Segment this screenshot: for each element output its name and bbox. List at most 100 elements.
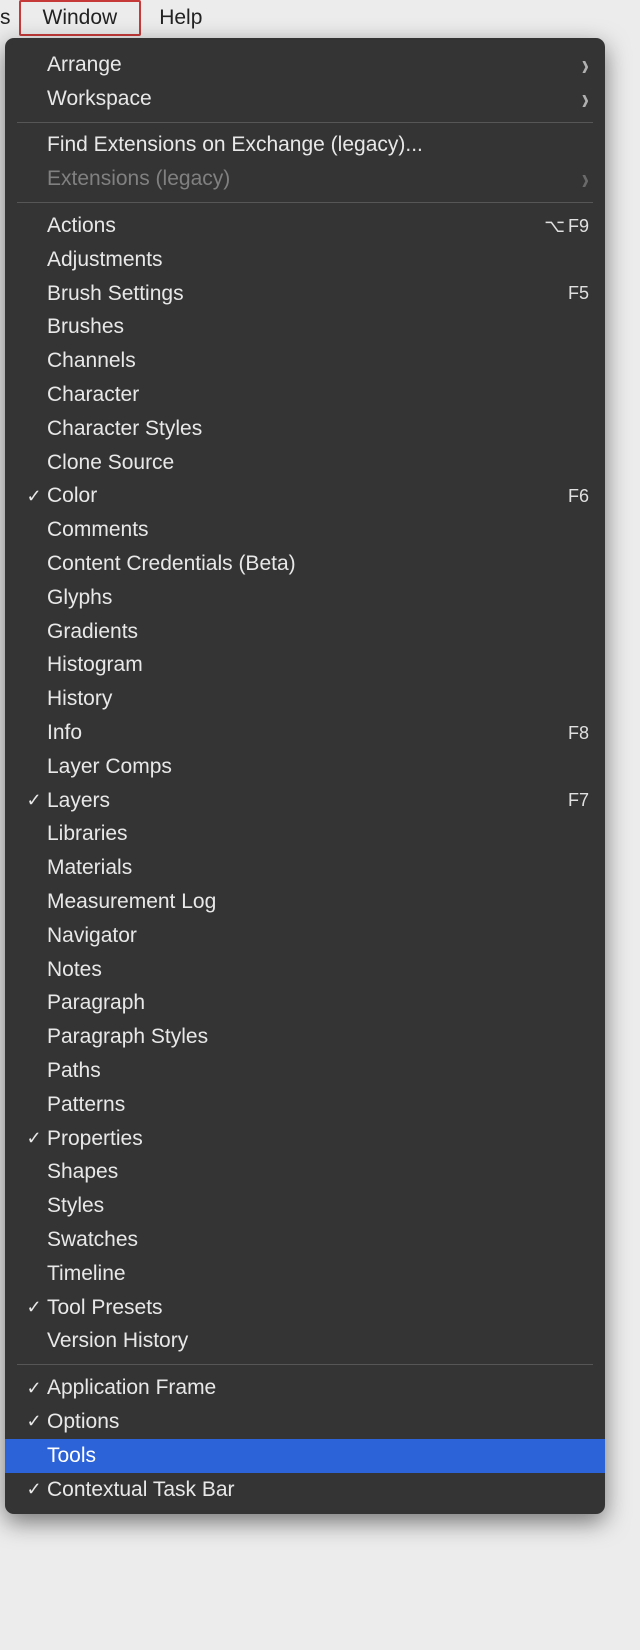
menu-item-info[interactable]: InfoF8 xyxy=(5,716,605,750)
menu-item-tool-presets[interactable]: ✓Tool Presets xyxy=(5,1291,605,1325)
menu-item-contextual-task-bar[interactable]: ✓Contextual Task Bar xyxy=(5,1473,605,1507)
menu-item-label: Styles xyxy=(47,1194,589,1218)
menu-item-label: History xyxy=(47,687,589,711)
menu-item-label: Tool Presets xyxy=(47,1296,589,1320)
menu-item-label: Options xyxy=(47,1410,589,1434)
menu-item-brushes[interactable]: Brushes xyxy=(5,311,605,345)
chevron-right-icon: › xyxy=(569,86,589,112)
menu-item-swatches[interactable]: Swatches xyxy=(5,1223,605,1257)
menu-item-label: Shapes xyxy=(47,1160,589,1184)
menu-item-histogram[interactable]: Histogram xyxy=(5,649,605,683)
menu-item-label: Channels xyxy=(47,349,589,373)
checkmark-icon: ✓ xyxy=(21,1479,47,1500)
menu-item-notes[interactable]: Notes xyxy=(5,953,605,987)
menu-item-label: Arrange xyxy=(47,53,569,77)
menu-item-label: Paragraph xyxy=(47,991,589,1015)
menu-item-libraries[interactable]: Libraries xyxy=(5,818,605,852)
menu-item-label: Extensions (legacy) xyxy=(47,167,569,191)
menu-item-label: Glyphs xyxy=(47,586,589,610)
menu-item-shapes[interactable]: Shapes xyxy=(5,1156,605,1190)
menu-item-label: Tools xyxy=(47,1444,589,1468)
menu-item-label: Timeline xyxy=(47,1262,589,1286)
menu-item-label: Info xyxy=(47,721,568,745)
checkmark-icon: ✓ xyxy=(21,1378,47,1399)
menu-item-paths[interactable]: Paths xyxy=(5,1054,605,1088)
menu-item-clone-source[interactable]: Clone Source xyxy=(5,446,605,480)
menu-item-label: Layers xyxy=(47,789,568,813)
menubar-item-prev-partial[interactable]: s xyxy=(0,0,19,36)
menu-item-label: Measurement Log xyxy=(47,890,589,914)
menu-shortcut: F7 xyxy=(568,790,589,811)
menu-shortcut: F8 xyxy=(568,723,589,744)
menu-item-version-history[interactable]: Version History xyxy=(5,1324,605,1358)
menu-item-label: Application Frame xyxy=(47,1376,589,1400)
menu-item-application-frame[interactable]: ✓Application Frame xyxy=(5,1371,605,1405)
menubar: s Window Help xyxy=(0,0,640,35)
menu-item-paragraph[interactable]: Paragraph xyxy=(5,987,605,1021)
checkmark-icon: ✓ xyxy=(21,1297,47,1318)
menu-item-layer-comps[interactable]: Layer Comps xyxy=(5,750,605,784)
menu-item-styles[interactable]: Styles xyxy=(5,1189,605,1223)
menu-item-label: Notes xyxy=(47,958,589,982)
menu-item-label: Color xyxy=(47,484,568,508)
menu-shortcut: F5 xyxy=(568,283,589,304)
menu-item-arrange[interactable]: Arrange› xyxy=(5,48,605,82)
menu-item-label: Paths xyxy=(47,1059,589,1083)
checkmark-icon: ✓ xyxy=(21,486,47,507)
menu-item-tools[interactable]: Tools xyxy=(5,1439,605,1473)
menu-separator xyxy=(17,1364,593,1365)
menu-item-label: Character Styles xyxy=(47,417,589,441)
menu-separator xyxy=(17,202,593,203)
menu-item-options[interactable]: ✓Options xyxy=(5,1405,605,1439)
menu-item-character[interactable]: Character xyxy=(5,378,605,412)
menu-item-timeline[interactable]: Timeline xyxy=(5,1257,605,1291)
checkmark-icon: ✓ xyxy=(21,1411,47,1432)
menu-item-label: Actions xyxy=(47,214,544,238)
menu-item-label: Libraries xyxy=(47,822,589,846)
menu-item-properties[interactable]: ✓Properties xyxy=(5,1122,605,1156)
menu-item-actions[interactable]: Actions⌥ F9 xyxy=(5,209,605,243)
menu-item-character-styles[interactable]: Character Styles xyxy=(5,412,605,446)
menu-item-label: Layer Comps xyxy=(47,755,589,779)
menu-item-navigator[interactable]: Navigator xyxy=(5,919,605,953)
menu-item-glyphs[interactable]: Glyphs xyxy=(5,581,605,615)
menu-item-label: Comments xyxy=(47,518,589,542)
menu-item-materials[interactable]: Materials xyxy=(5,851,605,885)
menu-item-content-credentials-beta[interactable]: Content Credentials (Beta) xyxy=(5,547,605,581)
menubar-item-window[interactable]: Window xyxy=(19,0,142,36)
menu-item-patterns[interactable]: Patterns xyxy=(5,1088,605,1122)
menu-item-paragraph-styles[interactable]: Paragraph Styles xyxy=(5,1020,605,1054)
menu-item-label: Brush Settings xyxy=(47,282,568,306)
menubar-item-help[interactable]: Help xyxy=(141,0,220,36)
menu-item-label: Character xyxy=(47,383,589,407)
menu-item-layers[interactable]: ✓LayersF7 xyxy=(5,784,605,818)
menu-item-history[interactable]: History xyxy=(5,682,605,716)
menu-item-gradients[interactable]: Gradients xyxy=(5,615,605,649)
menu-item-label: Navigator xyxy=(47,924,589,948)
menu-item-channels[interactable]: Channels xyxy=(5,344,605,378)
window-menu-dropdown: Arrange›Workspace›Find Extensions on Exc… xyxy=(5,38,605,1514)
menu-shortcut: ⌥ F9 xyxy=(544,216,589,237)
menu-item-measurement-log[interactable]: Measurement Log xyxy=(5,885,605,919)
menu-item-label: Adjustments xyxy=(47,248,589,272)
menu-item-label: Properties xyxy=(47,1127,589,1151)
menu-item-adjustments[interactable]: Adjustments xyxy=(5,243,605,277)
menu-item-label: Workspace xyxy=(47,87,569,111)
menu-item-color[interactable]: ✓ColorF6 xyxy=(5,480,605,514)
chevron-right-icon: › xyxy=(569,52,589,78)
menu-item-label: Content Credentials (Beta) xyxy=(47,552,589,576)
menu-item-comments[interactable]: Comments xyxy=(5,513,605,547)
menu-item-label: Gradients xyxy=(47,620,589,644)
menu-item-find-extensions-on-exchange-legacy[interactable]: Find Extensions on Exchange (legacy)... xyxy=(5,129,605,163)
menu-item-label: Find Extensions on Exchange (legacy)... xyxy=(47,133,589,157)
checkmark-icon: ✓ xyxy=(21,790,47,811)
menu-item-label: Swatches xyxy=(47,1228,589,1252)
menu-item-brush-settings[interactable]: Brush SettingsF5 xyxy=(5,277,605,311)
menu-item-workspace[interactable]: Workspace› xyxy=(5,82,605,116)
menu-item-label: Paragraph Styles xyxy=(47,1025,589,1049)
checkmark-icon: ✓ xyxy=(21,1128,47,1149)
chevron-right-icon: › xyxy=(569,166,589,192)
menu-item-label: Materials xyxy=(47,856,589,880)
menu-item-label: Version History xyxy=(47,1329,589,1353)
menu-shortcut: F6 xyxy=(568,486,589,507)
